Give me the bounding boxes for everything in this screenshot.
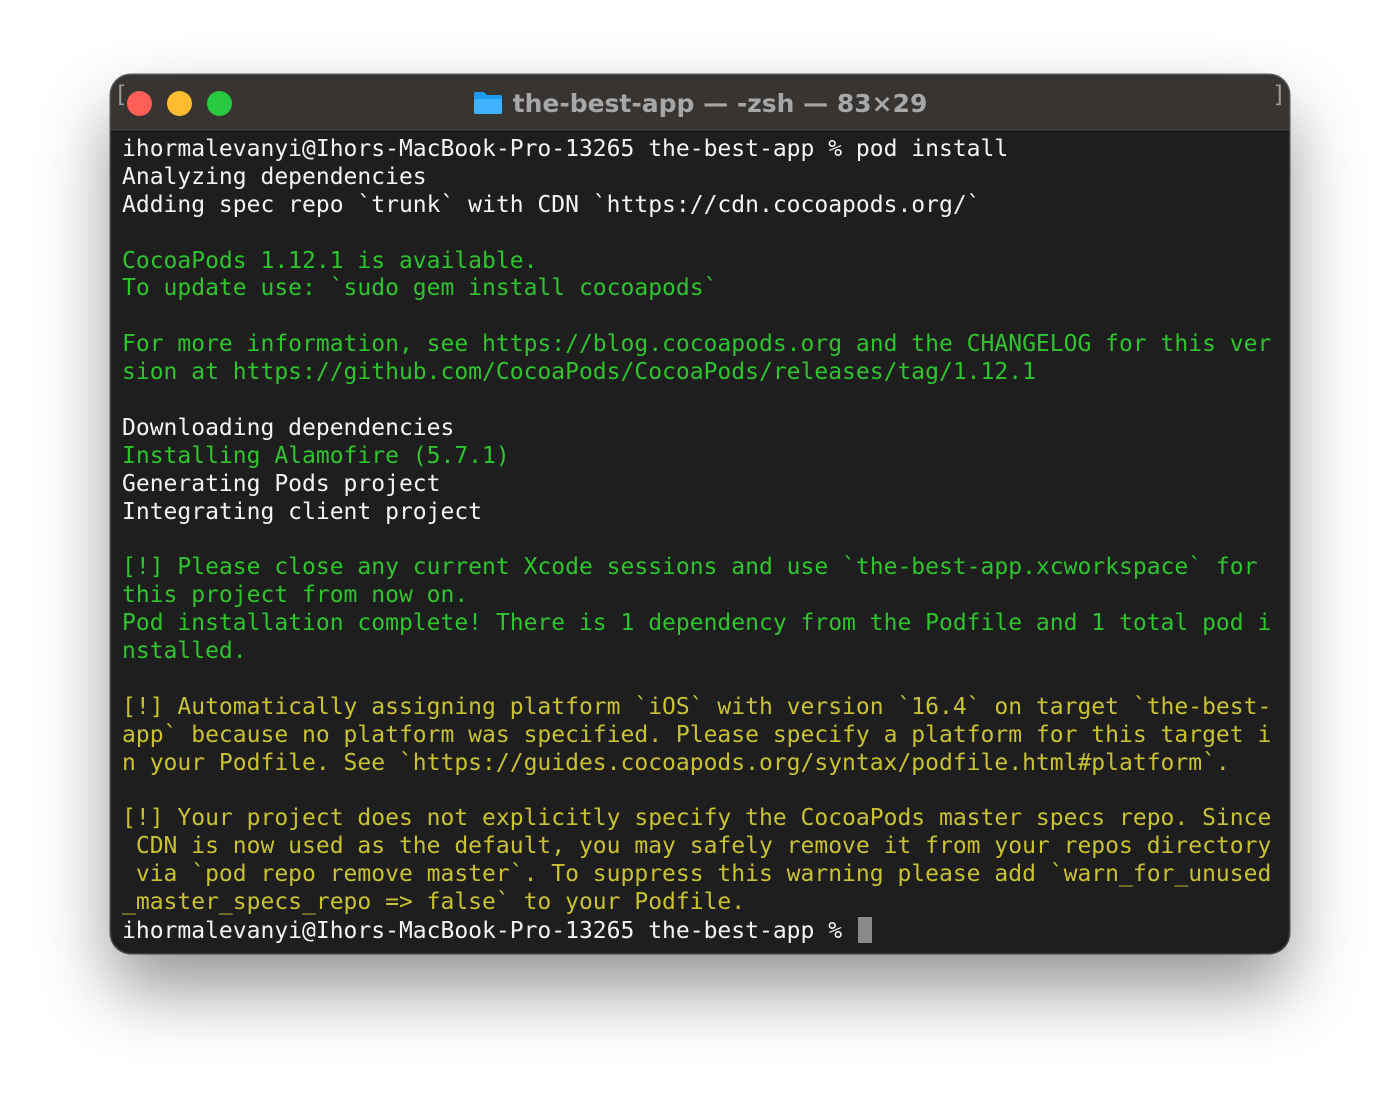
terminal-line: _master_specs_repo => false` to your Pod… [122,889,746,916]
terminal-line: Generating Pods project [122,470,441,497]
terminal-line: app` because no platform was specified. … [122,721,1272,748]
terminal-line: CocoaPods 1.12.1 is available. [122,247,538,274]
terminal-line: n your Podfile. See `https://guides.coco… [122,749,1230,776]
terminal-line: ihormalevanyi@Ihors-MacBook-Pro-13265 th… [122,136,1009,162]
title-bar[interactable]: the-best-app — -zsh — 83×29 [111,75,1289,132]
terminal-line: [!] Your project does not explicitly spe… [122,805,1272,832]
terminal-line: Downloading dependencies [122,414,455,441]
terminal-line: Pod installation complete! There is 1 de… [122,610,1272,637]
terminal-line: CDN is now used as the default, you may … [122,833,1272,860]
folder-icon [473,91,503,115]
terminal-line: Adding spec repo `trunk` with CDN `https… [122,191,981,218]
terminal-line: To update use: `sudo gem install cocoapo… [122,275,718,302]
shell-prompt: ihormalevanyi@Ihors-MacBook-Pro-13265 th… [122,917,856,944]
selection-bracket-left: [ [114,82,128,108]
terminal-line: [!] Automatically assigning platform `iO… [122,693,1272,720]
terminal-line: For more information, see https://blog.c… [122,331,1272,358]
terminal-line: sion at https://github.com/CocoaPods/Coc… [122,359,1036,386]
terminal-line: this project from now on. [122,582,469,609]
terminal-output[interactable]: ihormalevanyi@Ihors-MacBook-Pro-13265 th… [111,132,1289,953]
terminal-line: Integrating client project [122,498,483,525]
window-title: the-best-app — -zsh — 83×29 [512,88,928,118]
terminal-line: via `pod repo remove master`. To suppres… [122,861,1272,888]
text-cursor [857,916,872,943]
terminal-line: Installing Alamofire (5.7.1) [122,442,510,469]
prompt-line: ihormalevanyi@Ihors-MacBook-Pro-13265 th… [122,916,1289,945]
terminal-window: the-best-app — -zsh — 83×29 [ ] ihormale… [111,75,1289,953]
terminal-line: Analyzing dependencies [122,163,427,190]
selection-bracket-right: ] [1272,82,1286,108]
terminal-line: nstalled. [122,638,247,665]
terminal-line: [!] Please close any current Xcode sessi… [122,554,1258,581]
window-title-group: the-best-app — -zsh — 83×29 [111,75,1289,131]
